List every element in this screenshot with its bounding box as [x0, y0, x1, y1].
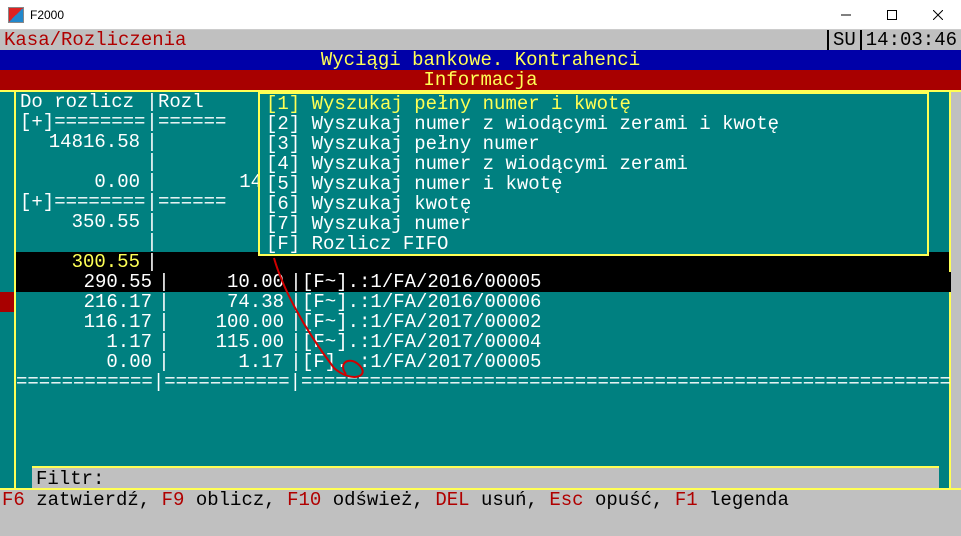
clock: 14:03:46	[862, 30, 961, 50]
minimize-button[interactable]	[823, 0, 869, 30]
filter-row[interactable]: Filtr:	[32, 466, 939, 488]
module-name: Kasa/Rozliczenia	[0, 30, 827, 50]
search-options-popup: [1] Wyszukaj pełny numer i kwotę[2] Wysz…	[258, 92, 929, 256]
detail-row[interactable]: 116.17|100.00| [F~].:1/FA/2017/00002	[16, 312, 951, 332]
separator-line: ============|===========|===============…	[16, 372, 951, 392]
mode-indicator: SU	[827, 30, 862, 50]
footer-hints: F6 zatwierdź, F9 oblicz, F10 odśwież, DE…	[0, 490, 961, 510]
popup-option[interactable]: [6] Wyszukaj kwotę	[260, 194, 927, 214]
scrollbar-thumb[interactable]	[951, 272, 961, 286]
hotkey: F9	[162, 490, 185, 510]
col-do-rozlicz: Do rozlicz	[16, 92, 146, 112]
detail-table: 290.55|10.00| [F~].:1/FA/2016/00005216.1…	[16, 272, 951, 392]
popup-option[interactable]: [1] Wyszukaj pełny numer i kwotę	[260, 94, 927, 114]
marker-icon	[0, 292, 14, 312]
popup-option[interactable]: [F] Rozlicz FIFO	[260, 234, 927, 254]
popup-option[interactable]: [4] Wyszukaj numer z wiodącymi zerami	[260, 154, 927, 174]
window-title: F2000	[30, 8, 823, 22]
popup-option[interactable]: [5] Wyszukaj numer i kwotę	[260, 174, 927, 194]
scrollbar[interactable]	[951, 152, 961, 462]
popup-option[interactable]: [7] Wyszukaj numer	[260, 214, 927, 234]
hotkey: F6	[2, 490, 25, 510]
hotkey: Esc	[549, 490, 583, 510]
workspace: Do rozlicz | Rozl | [+]========|======14…	[0, 90, 961, 490]
detail-row[interactable]: 0.00|1.17| [F]. :1/FA/2017/00005	[16, 352, 951, 372]
close-button[interactable]	[915, 0, 961, 30]
filter-label: Filtr:	[36, 468, 104, 490]
screen-subtitle: Informacja	[0, 70, 961, 90]
window-titlebar: F2000	[0, 0, 961, 30]
popup-option[interactable]: [2] Wyszukaj numer z wiodącymi zerami i …	[260, 114, 927, 134]
terminal-area: Kasa/Rozliczenia SU 14:03:46 Wyciągi ban…	[0, 30, 961, 536]
detail-row[interactable]: 216.17|74.38| [F~].:1/FA/2016/00006	[16, 292, 951, 312]
detail-row[interactable]: 290.55|10.00| [F~].:1/FA/2016/00005	[16, 272, 951, 292]
hotkey: F10	[287, 490, 321, 510]
detail-row[interactable]: 1.17|115.00| [F~].:1/FA/2017/00004	[16, 332, 951, 352]
hotkey: F1	[675, 490, 698, 510]
popup-option[interactable]: [3] Wyszukaj pełny numer	[260, 134, 927, 154]
status-bar: Kasa/Rozliczenia SU 14:03:46	[0, 30, 961, 50]
col-rozl: Rozl	[158, 92, 268, 112]
maximize-button[interactable]	[869, 0, 915, 30]
screen-title: Wyciągi bankowe. Kontrahenci	[0, 50, 961, 70]
hotkey: DEL	[435, 490, 469, 510]
app-icon	[8, 7, 24, 23]
